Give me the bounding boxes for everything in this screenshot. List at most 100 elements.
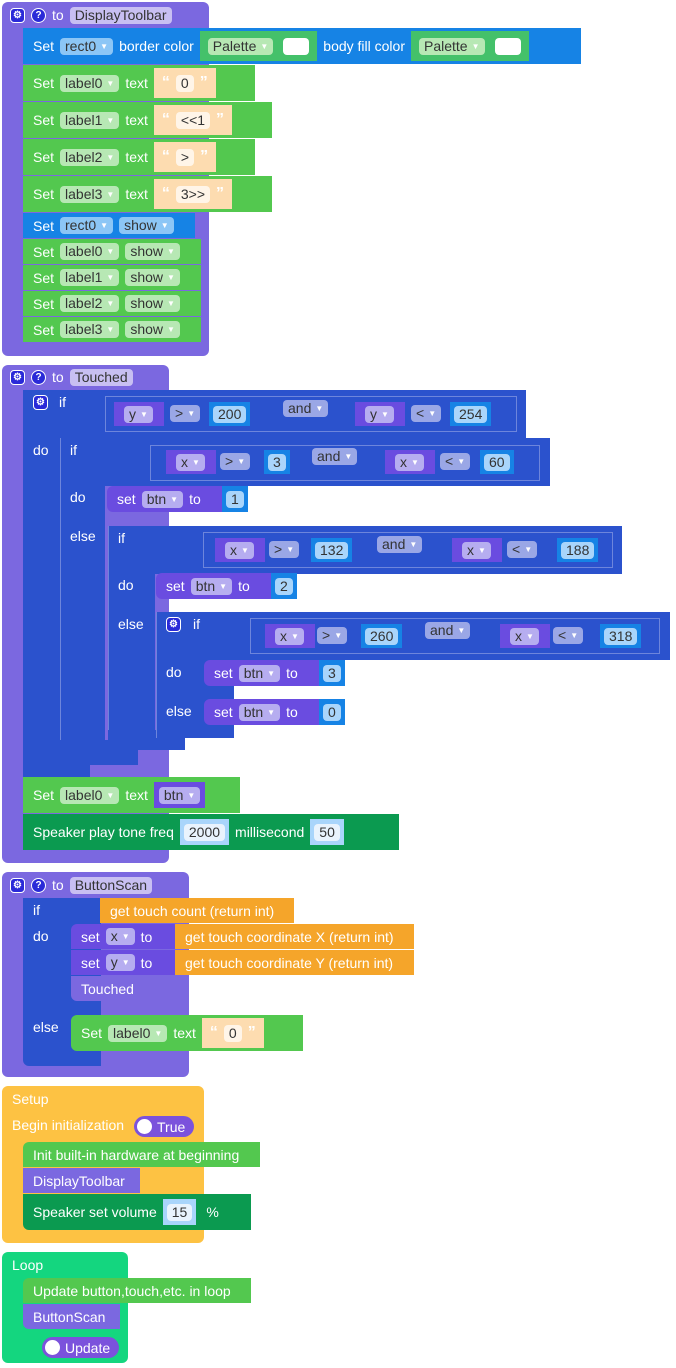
logic-dropdown[interactable]: and ▼: [283, 400, 329, 417]
variable-block[interactable]: y ▼: [114, 402, 164, 426]
component-dropdown[interactable]: label2 ▼: [60, 148, 120, 166]
mode-dropdown[interactable]: show ▼: [119, 217, 174, 234]
variable-block[interactable]: x ▼: [215, 538, 265, 562]
string-block[interactable]: “<<1”: [153, 105, 233, 135]
number-block[interactable]: 60: [480, 450, 514, 474]
procedure-name-field[interactable]: Touched: [69, 368, 133, 386]
gear-icon[interactable]: ⚙: [10, 369, 25, 385]
component-dropdown[interactable]: label1 ▼: [60, 269, 120, 286]
component-dropdown[interactable]: label3 ▼: [60, 321, 120, 338]
set-variable-block[interactable]: set btn ▼ to: [204, 699, 319, 725]
number-block[interactable]: 254: [450, 402, 492, 426]
string-block[interactable]: “0”: [153, 68, 216, 98]
update-toggle[interactable]: Update: [42, 1337, 120, 1358]
procedure-name-field[interactable]: ButtonScan: [69, 876, 153, 894]
component-dropdown[interactable]: label3 ▼: [60, 185, 120, 203]
mode-dropdown[interactable]: show ▼: [125, 295, 180, 312]
variable-block[interactable]: x ▼: [166, 450, 216, 474]
set-label-text-block[interactable]: Set label1 ▼ text “<<1”: [23, 102, 272, 138]
number-block[interactable]: 0: [319, 699, 345, 725]
operator-dropdown[interactable]: > ▼: [220, 453, 251, 470]
speaker-tone-block[interactable]: Speaker play tone freq 2000 millisecond 50: [23, 814, 399, 850]
number-block[interactable]: 188: [557, 538, 599, 562]
component-dropdown[interactable]: label0 ▼: [60, 243, 120, 260]
procedure-name-field[interactable]: DisplayToolbar: [69, 6, 172, 24]
string-block[interactable]: “>”: [153, 142, 217, 172]
string-value[interactable]: >: [175, 148, 195, 166]
help-icon[interactable]: ?: [31, 7, 46, 23]
gear-icon[interactable]: ⚙: [33, 395, 48, 410]
number-block[interactable]: 50: [310, 819, 344, 845]
variable-block[interactable]: x ▼: [452, 538, 502, 562]
variable-block[interactable]: btn ▼: [153, 782, 206, 808]
set-label-text-block[interactable]: Set label3 ▼ text “3>>”: [23, 176, 272, 212]
number-block[interactable]: 132: [311, 538, 353, 562]
number-block[interactable]: 3: [264, 450, 290, 474]
gear-icon[interactable]: ⚙: [10, 877, 25, 893]
color-swatch[interactable]: [283, 37, 310, 55]
set-label-text-block[interactable]: Set label2 ▼ text “>”: [23, 139, 255, 175]
set-rect-color-block[interactable]: Set rect0 ▼ border color Palette ▼ body fi…: [23, 28, 581, 64]
true-toggle[interactable]: True: [134, 1116, 195, 1137]
gear-icon[interactable]: ⚙: [10, 7, 25, 23]
operator-dropdown[interactable]: < ▼: [553, 627, 584, 644]
string-value[interactable]: <<1: [175, 111, 211, 129]
update-loop-block[interactable]: Update button,touch,etc. in loop: [23, 1278, 251, 1303]
component-dropdown[interactable]: rect0 ▼: [60, 217, 114, 234]
number-block[interactable]: 318: [600, 624, 642, 648]
number-block[interactable]: 3: [319, 660, 345, 686]
mode-dropdown[interactable]: show ▼: [125, 269, 180, 286]
set-label-text-block[interactable]: Set label0 ▼ text “0”: [23, 65, 255, 101]
string-block[interactable]: “3>>”: [153, 179, 233, 209]
mode-dropdown[interactable]: show ▼: [125, 321, 180, 338]
component-dropdown[interactable]: label1 ▼: [60, 111, 120, 129]
set-show-block[interactable]: Set rect0 ▼ show ▼: [23, 213, 195, 238]
help-icon[interactable]: ?: [31, 369, 46, 385]
variable-block[interactable]: x ▼: [265, 624, 315, 648]
mode-dropdown[interactable]: show ▼: [125, 243, 180, 260]
component-dropdown[interactable]: label2 ▼: [60, 295, 120, 312]
operator-dropdown[interactable]: > ▼: [170, 405, 201, 422]
number-block[interactable]: 15: [162, 1199, 197, 1225]
touch-x-block[interactable]: get touch coordinate X (return int): [175, 924, 414, 949]
string-value[interactable]: 3>>: [175, 185, 211, 203]
init-hardware-block[interactable]: Init built-in hardware at beginning: [23, 1142, 260, 1167]
operator-dropdown[interactable]: > ▼: [269, 541, 300, 558]
logic-dropdown[interactable]: and ▼: [377, 536, 423, 553]
variable-block[interactable]: x ▼: [500, 624, 550, 648]
operator-dropdown[interactable]: < ▼: [440, 453, 471, 470]
set-show-block[interactable]: Set label1 ▼ show ▼: [23, 265, 201, 290]
palette-block[interactable]: Palette ▼: [199, 31, 318, 61]
component-dropdown[interactable]: rect0 ▼: [60, 37, 114, 55]
number-block[interactable]: 2: [271, 573, 297, 599]
operator-dropdown[interactable]: < ▼: [411, 405, 442, 422]
palette-block[interactable]: Palette ▼: [410, 31, 529, 61]
variable-block[interactable]: y ▼: [355, 402, 405, 426]
speaker-volume-block[interactable]: Speaker set volume 15%: [23, 1194, 251, 1230]
call-buttonscan-block[interactable]: ButtonScan: [23, 1304, 120, 1329]
set-variable-block[interactable]: set btn ▼ to: [107, 486, 222, 512]
string-value[interactable]: 0: [175, 74, 194, 92]
gear-icon[interactable]: ⚙: [166, 617, 181, 632]
set-label-text-block[interactable]: Set label0 ▼ text “0”: [71, 1015, 303, 1051]
color-swatch[interactable]: [494, 37, 521, 55]
help-icon[interactable]: ?: [31, 877, 46, 893]
set-label-text-block[interactable]: Set label0 ▼ text btn ▼: [23, 777, 240, 813]
touch-y-block[interactable]: get touch coordinate Y (return int): [175, 950, 414, 975]
component-dropdown[interactable]: label0 ▼: [60, 786, 120, 804]
set-variable-block[interactable]: set y ▼ to: [71, 950, 176, 975]
number-block[interactable]: 200: [209, 402, 251, 426]
set-variable-block[interactable]: set x ▼ to: [71, 924, 176, 949]
component-dropdown[interactable]: label0 ▼: [60, 74, 120, 92]
call-displaytoolbar-block[interactable]: DisplayToolbar: [23, 1168, 140, 1193]
logic-dropdown[interactable]: and ▼: [312, 448, 358, 465]
number-block[interactable]: 260: [361, 624, 403, 648]
logic-dropdown[interactable]: and ▼: [425, 622, 471, 639]
set-show-block[interactable]: Set label0 ▼ show ▼: [23, 239, 201, 264]
set-show-block[interactable]: Set label2 ▼ show ▼: [23, 291, 201, 316]
call-touched-block[interactable]: Touched: [71, 976, 147, 1001]
variable-block[interactable]: x ▼: [385, 450, 435, 474]
operator-dropdown[interactable]: < ▼: [507, 541, 538, 558]
operator-dropdown[interactable]: > ▼: [317, 627, 348, 644]
string-block[interactable]: “0”: [201, 1018, 264, 1048]
